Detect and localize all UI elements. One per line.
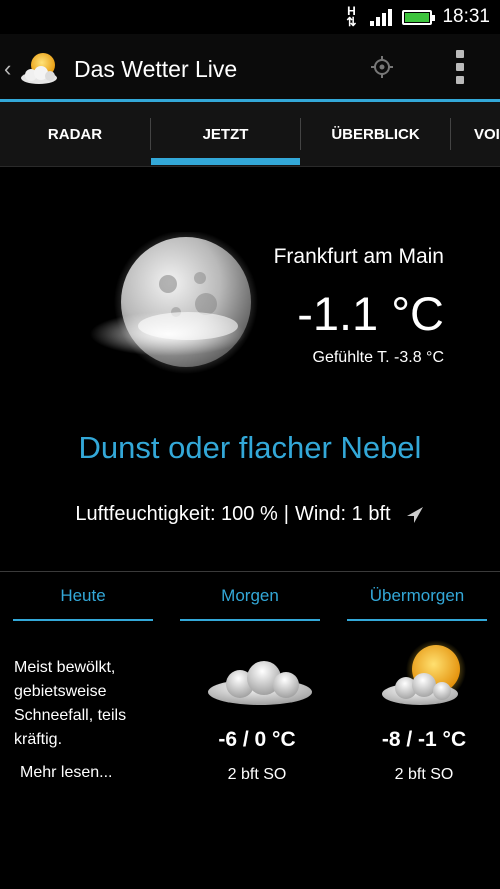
forecast-dayafter-temp: -8 / -1 °C bbox=[381, 728, 467, 751]
read-more-link[interactable]: Mehr lesen... bbox=[20, 764, 112, 782]
forecast-dayafter-label: Übermorgen bbox=[369, 586, 465, 605]
forecast-tomorrow-wind: 2 bft SO bbox=[227, 766, 287, 783]
locate-icon[interactable] bbox=[370, 55, 394, 79]
weather-details: Luftfeuchtigkeit: 100 % | Wind: 1 bft bbox=[0, 503, 500, 526]
wind-value: Wind: 1 bft bbox=[294, 503, 391, 525]
tab-vorhersage[interactable]: VOI bbox=[474, 102, 500, 166]
details-separator: | bbox=[283, 503, 289, 525]
battery-icon bbox=[402, 9, 436, 25]
status-bar: H ⇅ 18:31 bbox=[0, 0, 500, 34]
tab-separator bbox=[450, 118, 451, 150]
active-tab-indicator bbox=[151, 158, 300, 165]
app-logo-icon[interactable] bbox=[17, 48, 63, 88]
moon-fog-icon bbox=[90, 232, 258, 374]
tab-jetzt[interactable]: JETZT bbox=[151, 102, 300, 166]
back-chevron-icon[interactable]: ‹ bbox=[4, 56, 11, 82]
tab-radar[interactable]: RADAR bbox=[0, 102, 150, 166]
forecast-tomorrow-label: Morgen bbox=[221, 586, 279, 605]
forecast-today-text: Meist bewölkt, gebietsweise Schneefall, … bbox=[14, 659, 127, 748]
current-temperature: -1.1 °C bbox=[297, 287, 444, 340]
forecast-today-label: Heute bbox=[60, 586, 106, 605]
forecast-dayafter-wind: 2 bft SO bbox=[394, 766, 454, 783]
weather-condition: Dunst oder flacher Nebel bbox=[78, 430, 422, 465]
app-title: Das Wetter Live bbox=[74, 56, 238, 82]
sun-cloud-icon bbox=[382, 640, 466, 705]
humidity-value: Luftfeuchtigkeit: 100 % bbox=[75, 503, 278, 525]
tab-ueberblick[interactable]: ÜBERBLICK bbox=[301, 102, 450, 166]
section-divider bbox=[0, 571, 500, 572]
signal-icon bbox=[370, 8, 393, 26]
forecast-today-underline bbox=[13, 619, 153, 621]
clock: 18:31 bbox=[442, 6, 490, 27]
city-name: Frankfurt am Main bbox=[273, 245, 444, 268]
forecast-tomorrow-underline bbox=[180, 619, 320, 621]
tab-bar: RADAR JETZT ÜBERBLICK VOI bbox=[0, 102, 500, 167]
forecast-dayafter-underline bbox=[347, 619, 487, 621]
action-bar: ‹ Das Wetter Live bbox=[0, 34, 500, 100]
feels-like-temperature: Gefühlte T. -3.8 °C bbox=[312, 349, 445, 366]
wind-direction-icon bbox=[406, 506, 423, 523]
forecast-tomorrow-temp: -6 / 0 °C bbox=[218, 728, 296, 751]
cloud-icon bbox=[208, 661, 312, 705]
overflow-menu-icon[interactable] bbox=[452, 50, 468, 84]
data-activity-icon: H ⇅ bbox=[346, 4, 357, 29]
